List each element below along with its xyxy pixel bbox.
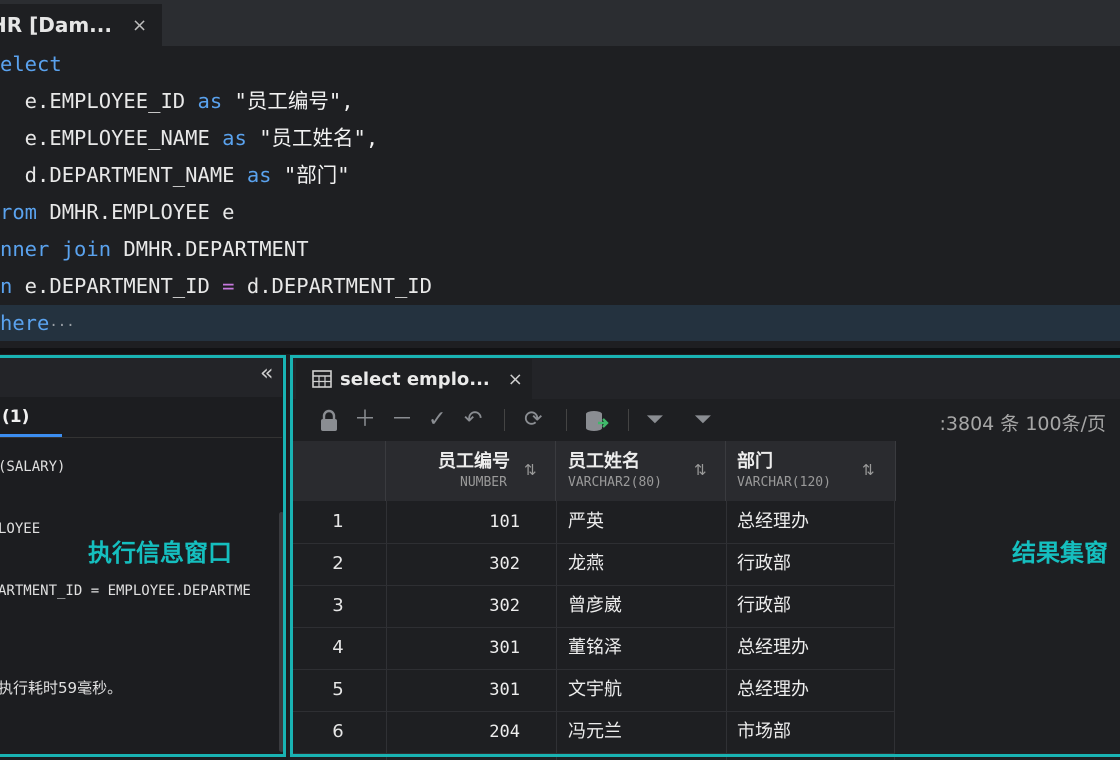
code-line-current: here··· xyxy=(0,305,1120,341)
result-panel-highlight xyxy=(290,355,1120,757)
code-line: e.EMPLOYEE_NAME as "员工姓名", xyxy=(0,126,379,150)
code-line: d.DEPARTMENT_NAME as "部门" xyxy=(0,163,350,187)
panel-divider[interactable] xyxy=(0,348,1120,354)
code-line: rom DMHR.EMPLOYEE e xyxy=(0,200,235,224)
result-panel-label: 结果集窗 xyxy=(1012,539,1108,567)
code-line: e.EMPLOYEE_ID as "员工编号", xyxy=(0,89,354,113)
code-line: nner join DMHR.DEPARTMENT xyxy=(0,237,309,261)
code-line: n e.DEPARTMENT_ID = d.DEPARTMENT_ID xyxy=(0,274,432,298)
close-icon[interactable]: × xyxy=(132,15,147,36)
editor-tab-bar: HR [Dam... × xyxy=(0,0,1120,46)
fold-ellipsis-icon[interactable]: ··· xyxy=(49,318,74,334)
sql-editor[interactable]: elect e.EMPLOYEE_ID as "员工编号", e.EMPLOYE… xyxy=(0,46,1120,348)
editor-tab-title: HR [Dam... xyxy=(0,13,112,37)
code-line: elect xyxy=(0,52,62,76)
info-panel-label: 执行信息窗口 xyxy=(88,539,232,567)
editor-tab[interactable]: HR [Dam... × xyxy=(0,4,162,46)
